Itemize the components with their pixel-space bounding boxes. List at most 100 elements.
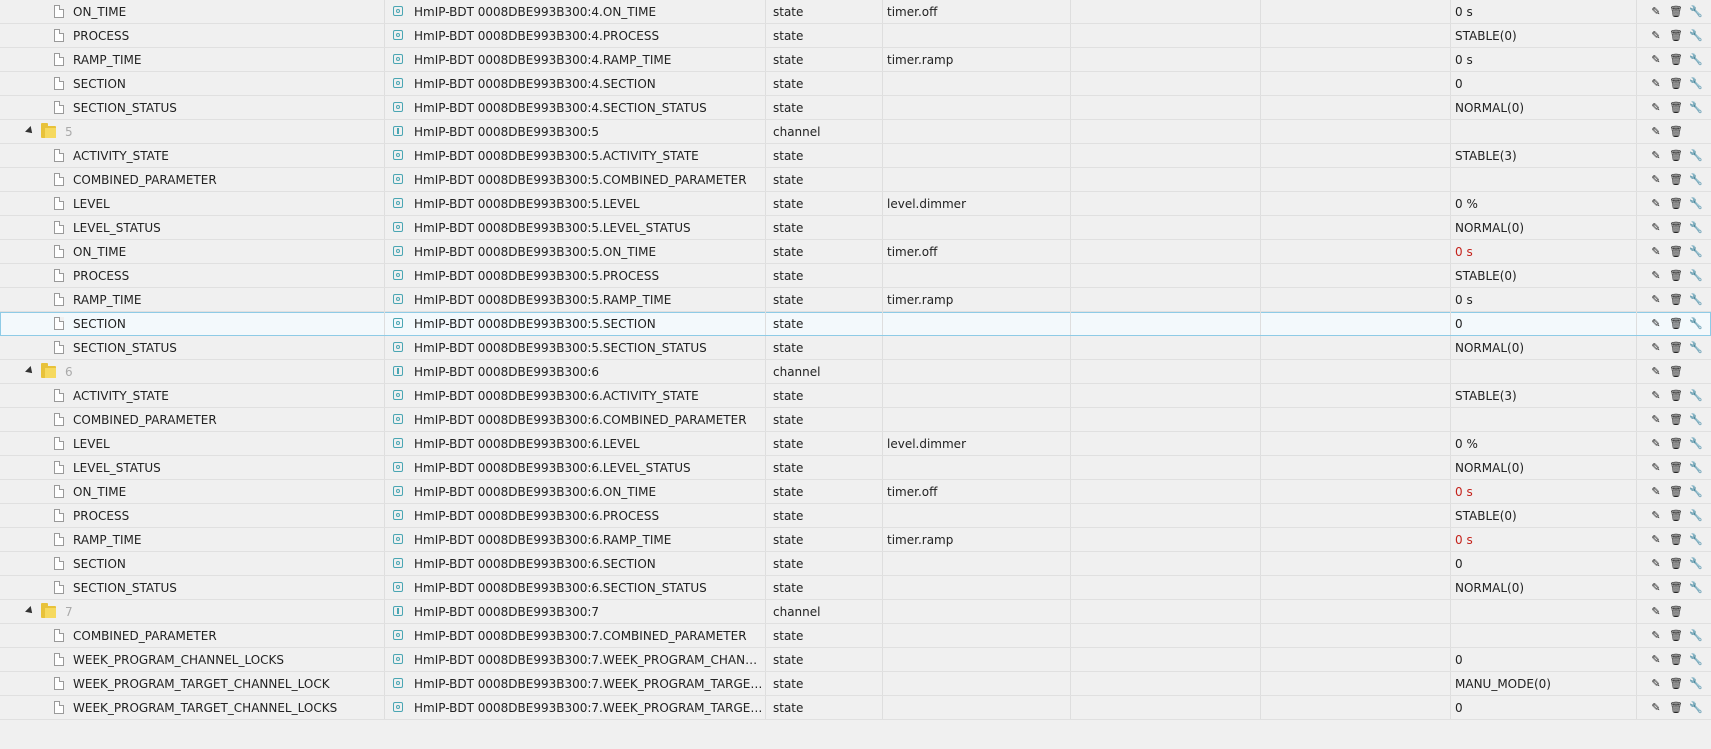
channel-row[interactable]: 5 HmIP-BDT 0008DBE993B300:5 channel ✎ 🗑	[0, 120, 1711, 144]
edit-button[interactable]: ✎	[1648, 700, 1664, 716]
delete-button[interactable]: 🗑	[1668, 364, 1684, 380]
settings-button[interactable]: 🔧	[1688, 52, 1704, 68]
delete-button[interactable]: 🗑	[1668, 628, 1684, 644]
settings-button[interactable]: 🔧	[1688, 100, 1704, 116]
delete-button[interactable]: 🗑	[1668, 172, 1684, 188]
delete-button[interactable]: 🗑	[1668, 580, 1684, 596]
delete-button[interactable]: 🗑	[1668, 340, 1684, 356]
delete-button[interactable]: 🗑	[1668, 316, 1684, 332]
settings-button[interactable]: 🔧	[1688, 340, 1704, 356]
delete-button[interactable]: 🗑	[1668, 484, 1684, 500]
edit-button[interactable]: ✎	[1648, 4, 1664, 20]
settings-button[interactable]: 🔧	[1688, 196, 1704, 212]
settings-button[interactable]: 🔧	[1688, 148, 1704, 164]
edit-button[interactable]: ✎	[1648, 460, 1664, 476]
settings-button[interactable]: 🔧	[1688, 484, 1704, 500]
delete-button[interactable]: 🗑	[1668, 196, 1684, 212]
edit-button[interactable]: ✎	[1648, 100, 1664, 116]
edit-button[interactable]: ✎	[1648, 388, 1664, 404]
settings-button[interactable]: 🔧	[1688, 580, 1704, 596]
edit-button[interactable]: ✎	[1648, 52, 1664, 68]
edit-button[interactable]: ✎	[1648, 220, 1664, 236]
edit-button[interactable]: ✎	[1648, 580, 1664, 596]
delete-button[interactable]: 🗑	[1668, 412, 1684, 428]
state-row[interactable]: ACTIVITY_STATE HmIP-BDT 0008DBE993B300:6.…	[0, 384, 1711, 408]
delete-button[interactable]: 🗑	[1668, 652, 1684, 668]
channel-row[interactable]: 7 HmIP-BDT 0008DBE993B300:7 channel ✎ 🗑	[0, 600, 1711, 624]
delete-button[interactable]: 🗑	[1668, 676, 1684, 692]
settings-button[interactable]: 🔧	[1688, 4, 1704, 20]
edit-button[interactable]: ✎	[1648, 484, 1664, 500]
expand-toggle-icon[interactable]	[25, 366, 35, 376]
edit-button[interactable]: ✎	[1648, 316, 1664, 332]
settings-button[interactable]: 🔧	[1688, 556, 1704, 572]
edit-button[interactable]: ✎	[1648, 412, 1664, 428]
delete-button[interactable]: 🗑	[1668, 700, 1684, 716]
settings-button[interactable]: 🔧	[1688, 532, 1704, 548]
state-row[interactable]: WEEK_PROGRAM_CHANNEL_LOCKS HmIP-BDT 0008D…	[0, 648, 1711, 672]
delete-button[interactable]: 🗑	[1668, 244, 1684, 260]
state-row[interactable]: RAMP_TIME HmIP-BDT 0008DBE993B300:4.RAMP_…	[0, 48, 1711, 72]
delete-button[interactable]: 🗑	[1668, 220, 1684, 236]
state-row[interactable]: SECTION HmIP-BDT 0008DBE993B300:4.SECTION…	[0, 72, 1711, 96]
state-row[interactable]: ON_TIME HmIP-BDT 0008DBE993B300:5.ON_TIME…	[0, 240, 1711, 264]
settings-button[interactable]: 🔧	[1688, 220, 1704, 236]
settings-button[interactable]: 🔧	[1688, 460, 1704, 476]
delete-button[interactable]: 🗑	[1668, 292, 1684, 308]
edit-button[interactable]: ✎	[1648, 292, 1664, 308]
settings-button[interactable]: 🔧	[1688, 436, 1704, 452]
state-row[interactable]: SECTION HmIP-BDT 0008DBE993B300:5.SECTION…	[0, 312, 1711, 336]
delete-button[interactable]: 🗑	[1668, 556, 1684, 572]
delete-button[interactable]: 🗑	[1668, 124, 1684, 140]
edit-button[interactable]: ✎	[1648, 508, 1664, 524]
delete-button[interactable]: 🗑	[1668, 268, 1684, 284]
settings-button[interactable]: 🔧	[1688, 76, 1704, 92]
state-row[interactable]: LEVEL HmIP-BDT 0008DBE993B300:5.LEVEL stat…	[0, 192, 1711, 216]
settings-button[interactable]: 🔧	[1688, 676, 1704, 692]
edit-button[interactable]: ✎	[1648, 364, 1664, 380]
state-row[interactable]: ACTIVITY_STATE HmIP-BDT 0008DBE993B300:5.…	[0, 144, 1711, 168]
state-row[interactable]: WEEK_PROGRAM_TARGET_CHANNEL_LOCK HmIP-BDT…	[0, 672, 1711, 696]
delete-button[interactable]: 🗑	[1668, 76, 1684, 92]
edit-button[interactable]: ✎	[1648, 148, 1664, 164]
edit-button[interactable]: ✎	[1648, 676, 1664, 692]
delete-button[interactable]: 🗑	[1668, 388, 1684, 404]
state-row[interactable]: SECTION_STATUS HmIP-BDT 0008DBE993B300:5.…	[0, 336, 1711, 360]
delete-button[interactable]: 🗑	[1668, 52, 1684, 68]
delete-button[interactable]: 🗑	[1668, 148, 1684, 164]
delete-button[interactable]: 🗑	[1668, 100, 1684, 116]
state-row[interactable]: WEEK_PROGRAM_TARGET_CHANNEL_LOCKS HmIP-BD…	[0, 696, 1711, 720]
edit-button[interactable]: ✎	[1648, 76, 1664, 92]
edit-button[interactable]: ✎	[1648, 556, 1664, 572]
delete-button[interactable]: 🗑	[1668, 436, 1684, 452]
delete-button[interactable]: 🗑	[1668, 604, 1684, 620]
delete-button[interactable]: 🗑	[1668, 460, 1684, 476]
state-row[interactable]: COMBINED_PARAMETER HmIP-BDT 0008DBE993B30…	[0, 624, 1711, 648]
edit-button[interactable]: ✎	[1648, 652, 1664, 668]
settings-button[interactable]: 🔧	[1688, 700, 1704, 716]
state-row[interactable]: COMBINED_PARAMETER HmIP-BDT 0008DBE993B30…	[0, 168, 1711, 192]
expand-toggle-icon[interactable]	[25, 126, 35, 136]
edit-button[interactable]: ✎	[1648, 340, 1664, 356]
state-row[interactable]: PROCESS HmIP-BDT 0008DBE993B300:6.PROCESS…	[0, 504, 1711, 528]
settings-button[interactable]: 🔧	[1688, 628, 1704, 644]
state-row[interactable]: PROCESS HmIP-BDT 0008DBE993B300:4.PROCESS…	[0, 24, 1711, 48]
settings-button[interactable]: 🔧	[1688, 172, 1704, 188]
expand-toggle-icon[interactable]	[25, 606, 35, 616]
settings-button[interactable]: 🔧	[1688, 508, 1704, 524]
settings-button[interactable]: 🔧	[1688, 292, 1704, 308]
state-row[interactable]: PROCESS HmIP-BDT 0008DBE993B300:5.PROCESS…	[0, 264, 1711, 288]
edit-button[interactable]: ✎	[1648, 628, 1664, 644]
state-row[interactable]: COMBINED_PARAMETER HmIP-BDT 0008DBE993B30…	[0, 408, 1711, 432]
state-row[interactable]: LEVEL_STATUS HmIP-BDT 0008DBE993B300:6.LE…	[0, 456, 1711, 480]
state-row[interactable]: SECTION_STATUS HmIP-BDT 0008DBE993B300:6.…	[0, 576, 1711, 600]
edit-button[interactable]: ✎	[1648, 124, 1664, 140]
edit-button[interactable]: ✎	[1648, 268, 1664, 284]
settings-button[interactable]: 🔧	[1688, 652, 1704, 668]
state-row[interactable]: RAMP_TIME HmIP-BDT 0008DBE993B300:5.RAMP_…	[0, 288, 1711, 312]
edit-button[interactable]: ✎	[1648, 532, 1664, 548]
state-row[interactable]: RAMP_TIME HmIP-BDT 0008DBE993B300:6.RAMP_…	[0, 528, 1711, 552]
delete-button[interactable]: 🗑	[1668, 28, 1684, 44]
settings-button[interactable]: 🔧	[1688, 388, 1704, 404]
settings-button[interactable]: 🔧	[1688, 244, 1704, 260]
